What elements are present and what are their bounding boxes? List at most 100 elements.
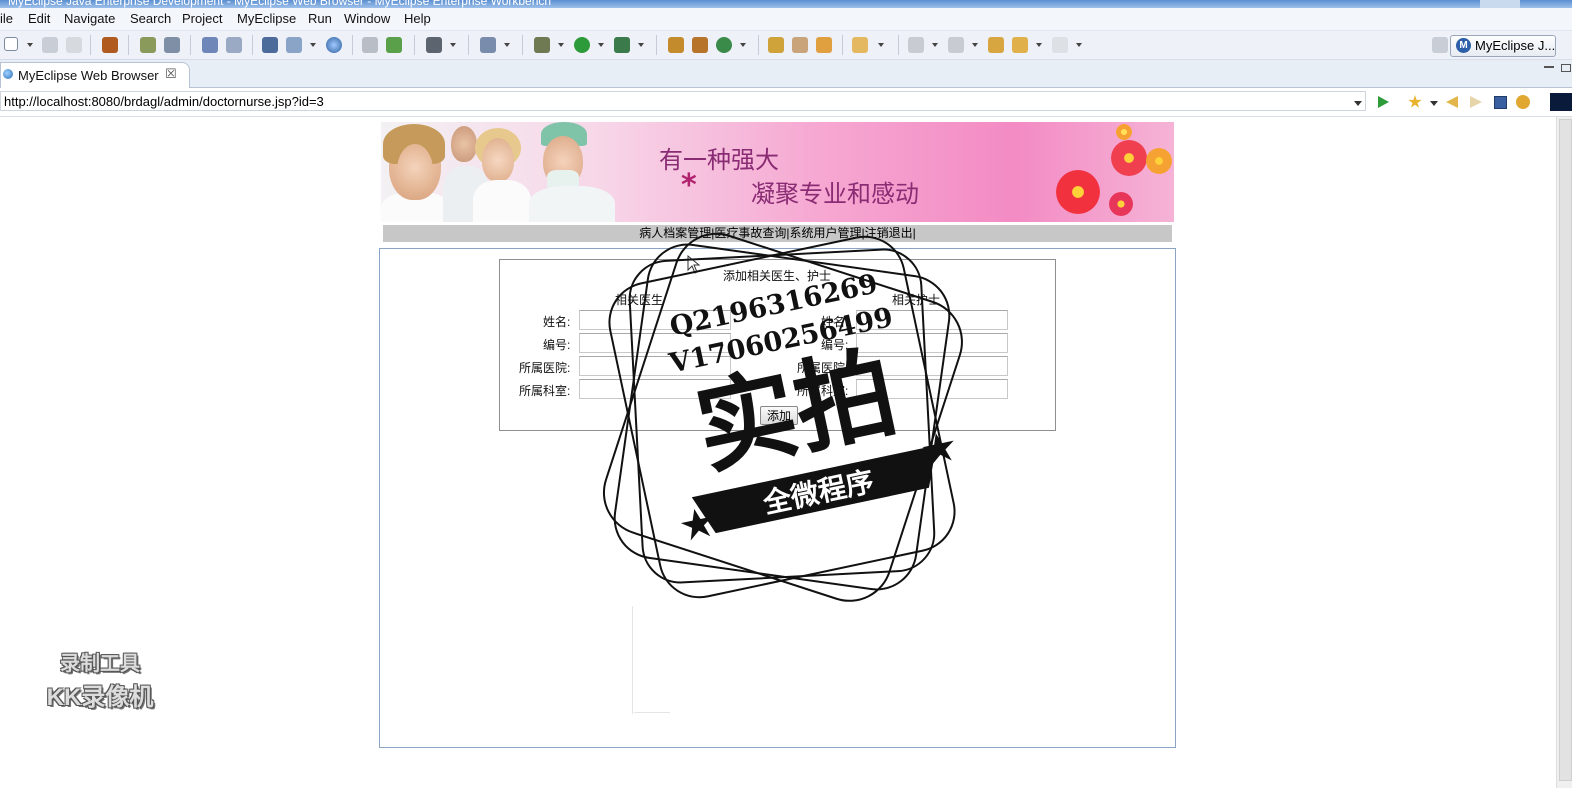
last-edit-icon[interactable]: [988, 37, 1004, 53]
nurse-name-input[interactable]: [856, 310, 1008, 330]
browser-back-icon[interactable]: [1446, 96, 1458, 108]
perspective-button[interactable]: M MyEclipse J...: [1450, 35, 1556, 57]
debug-icon[interactable]: [534, 37, 550, 53]
run-dropdown-icon[interactable]: [598, 43, 604, 47]
banner-face: [397, 144, 433, 196]
nav-patient-records[interactable]: 病人档案管理: [639, 226, 711, 240]
doctor-department-input[interactable]: [579, 379, 731, 399]
new-icon[interactable]: [4, 37, 18, 51]
nav-user-management[interactable]: 系统用户管理: [790, 226, 862, 240]
toolbar-separator: [352, 35, 353, 55]
toolbar-separator: [90, 35, 91, 55]
menu-search[interactable]: Search: [130, 11, 171, 26]
add-button[interactable]: 添加: [760, 406, 798, 425]
nurse-number-input[interactable]: [856, 333, 1008, 353]
nurse-department-input[interactable]: [856, 379, 1008, 399]
undeploy-icon[interactable]: [226, 37, 242, 53]
nav-accident-query[interactable]: 医疗事故查询: [714, 226, 786, 240]
camera-icon[interactable]: [426, 37, 442, 53]
minimize-icon[interactable]: [1544, 66, 1554, 68]
stop-icon[interactable]: [1494, 96, 1507, 109]
prev-annotation-dropdown-icon[interactable]: [972, 43, 978, 47]
recorder-line-2: KK录像机: [46, 684, 154, 711]
menu-bar: ile Edit Navigate Search Project MyEclip…: [0, 8, 1572, 31]
browser-extra-icon[interactable]: [1550, 93, 1572, 111]
open-file-icon[interactable]: [816, 37, 832, 53]
new-package-icon[interactable]: [692, 37, 708, 53]
myeclipse-logo-icon: M: [1456, 38, 1471, 53]
globe-icon[interactable]: [326, 37, 342, 53]
go-icon[interactable]: [1378, 96, 1389, 108]
refresh-icon[interactable]: [716, 37, 732, 53]
bug-icon[interactable]: [140, 37, 156, 53]
open-folder-icon[interactable]: [768, 37, 784, 53]
open-perspective-icon[interactable]: [1432, 37, 1448, 53]
browser-forward-icon[interactable]: [1470, 96, 1482, 108]
external-tools-dropdown-icon[interactable]: [638, 43, 644, 47]
package-icon[interactable]: [102, 37, 118, 53]
window-title-bar: MyEclipse Java Enterprise Development - …: [0, 0, 1572, 8]
next-annotation-icon[interactable]: [908, 37, 924, 53]
menu-navigate[interactable]: Navigate: [64, 11, 115, 26]
menu-myeclipse[interactable]: MyEclipse: [237, 11, 296, 26]
pen-icon[interactable]: [792, 37, 808, 53]
web-project-icon[interactable]: [262, 37, 278, 53]
browser-refresh-icon[interactable]: [1516, 95, 1530, 109]
new-class-icon[interactable]: [480, 37, 496, 53]
nurse-hospital-input[interactable]: [856, 356, 1008, 376]
external-tools-icon[interactable]: [614, 37, 630, 53]
deploy-icon[interactable]: [202, 37, 218, 53]
new-class-dropdown-icon[interactable]: [504, 43, 510, 47]
save-icon[interactable]: [42, 37, 58, 53]
open-task-icon[interactable]: [386, 37, 402, 53]
menu-help[interactable]: Help: [404, 11, 431, 26]
debug-dropdown-icon[interactable]: [558, 43, 564, 47]
doctor-number-label: 编号:: [543, 338, 571, 352]
menu-run[interactable]: Run: [308, 11, 332, 26]
banner-person: [473, 180, 531, 222]
menu-file[interactable]: ile: [0, 11, 13, 26]
server-icon[interactable]: [164, 37, 180, 53]
nav-logout[interactable]: 注销退出: [865, 226, 913, 240]
run-icon[interactable]: [574, 37, 590, 53]
tab-web-browser[interactable]: MyEclipse Web Browser ☒: [0, 62, 190, 88]
favorites-star-icon[interactable]: [1408, 95, 1422, 108]
folder-dropdown-icon[interactable]: [878, 43, 884, 47]
doctor-number-input[interactable]: [579, 333, 731, 353]
doctor-hospital-input[interactable]: [579, 356, 731, 376]
camera-dropdown-icon[interactable]: [450, 43, 456, 47]
open-type-icon[interactable]: [362, 37, 378, 53]
new-folder-icon[interactable]: [668, 37, 684, 53]
banner-person: [529, 186, 615, 222]
forward-dropdown-icon[interactable]: [1076, 43, 1082, 47]
toolbar-separator: [190, 35, 191, 55]
jsp-icon[interactable]: [286, 37, 302, 53]
vertical-scrollbar[interactable]: [1556, 117, 1572, 788]
close-tab-icon[interactable]: ☒: [165, 66, 177, 82]
window-controls[interactable]: [1480, 0, 1520, 8]
refresh-dropdown-icon[interactable]: [740, 43, 746, 47]
url-input[interactable]: http://localhost:8080/brdagl/admin/docto…: [0, 91, 1366, 111]
perspective-label: MyEclipse J...: [1475, 38, 1556, 53]
back-icon[interactable]: [1012, 37, 1028, 53]
next-annotation-dropdown-icon[interactable]: [932, 43, 938, 47]
jsp-dropdown-icon[interactable]: [310, 43, 316, 47]
new-dropdown-icon[interactable]: [27, 43, 33, 47]
doctor-name-input[interactable]: [579, 310, 731, 330]
folder-icon[interactable]: [852, 37, 868, 53]
maximize-icon[interactable]: [1561, 64, 1571, 72]
print-icon[interactable]: [66, 37, 82, 53]
menu-window[interactable]: Window: [344, 11, 390, 26]
toolbar-separator: [842, 35, 843, 55]
scrollbar-thumb[interactable]: [1559, 119, 1572, 781]
toolbar-separator: [468, 35, 469, 55]
url-history-dropdown-icon[interactable]: [1354, 101, 1362, 106]
content-divider: [632, 606, 633, 714]
menu-edit[interactable]: Edit: [28, 11, 50, 26]
menu-project[interactable]: Project: [182, 11, 222, 26]
forward-icon[interactable]: [1052, 37, 1068, 53]
prev-annotation-icon[interactable]: [948, 37, 964, 53]
favorites-dropdown-icon[interactable]: [1430, 101, 1438, 106]
form-title: 添加相关医生、护士: [723, 269, 832, 283]
back-dropdown-icon[interactable]: [1036, 43, 1042, 47]
